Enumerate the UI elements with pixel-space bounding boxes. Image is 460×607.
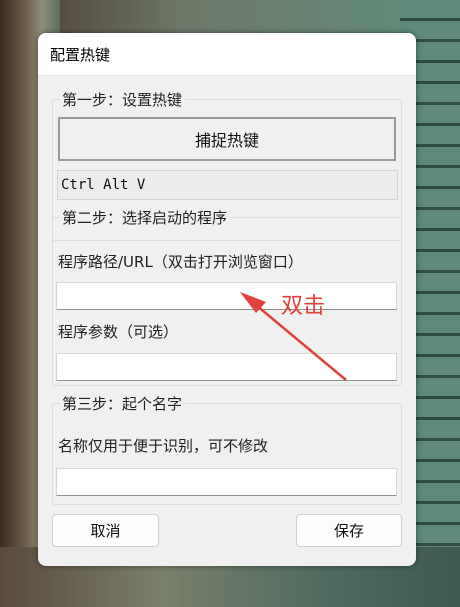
annotation-arrow-icon xyxy=(240,292,347,381)
annotation-label: 双击 xyxy=(281,294,326,319)
